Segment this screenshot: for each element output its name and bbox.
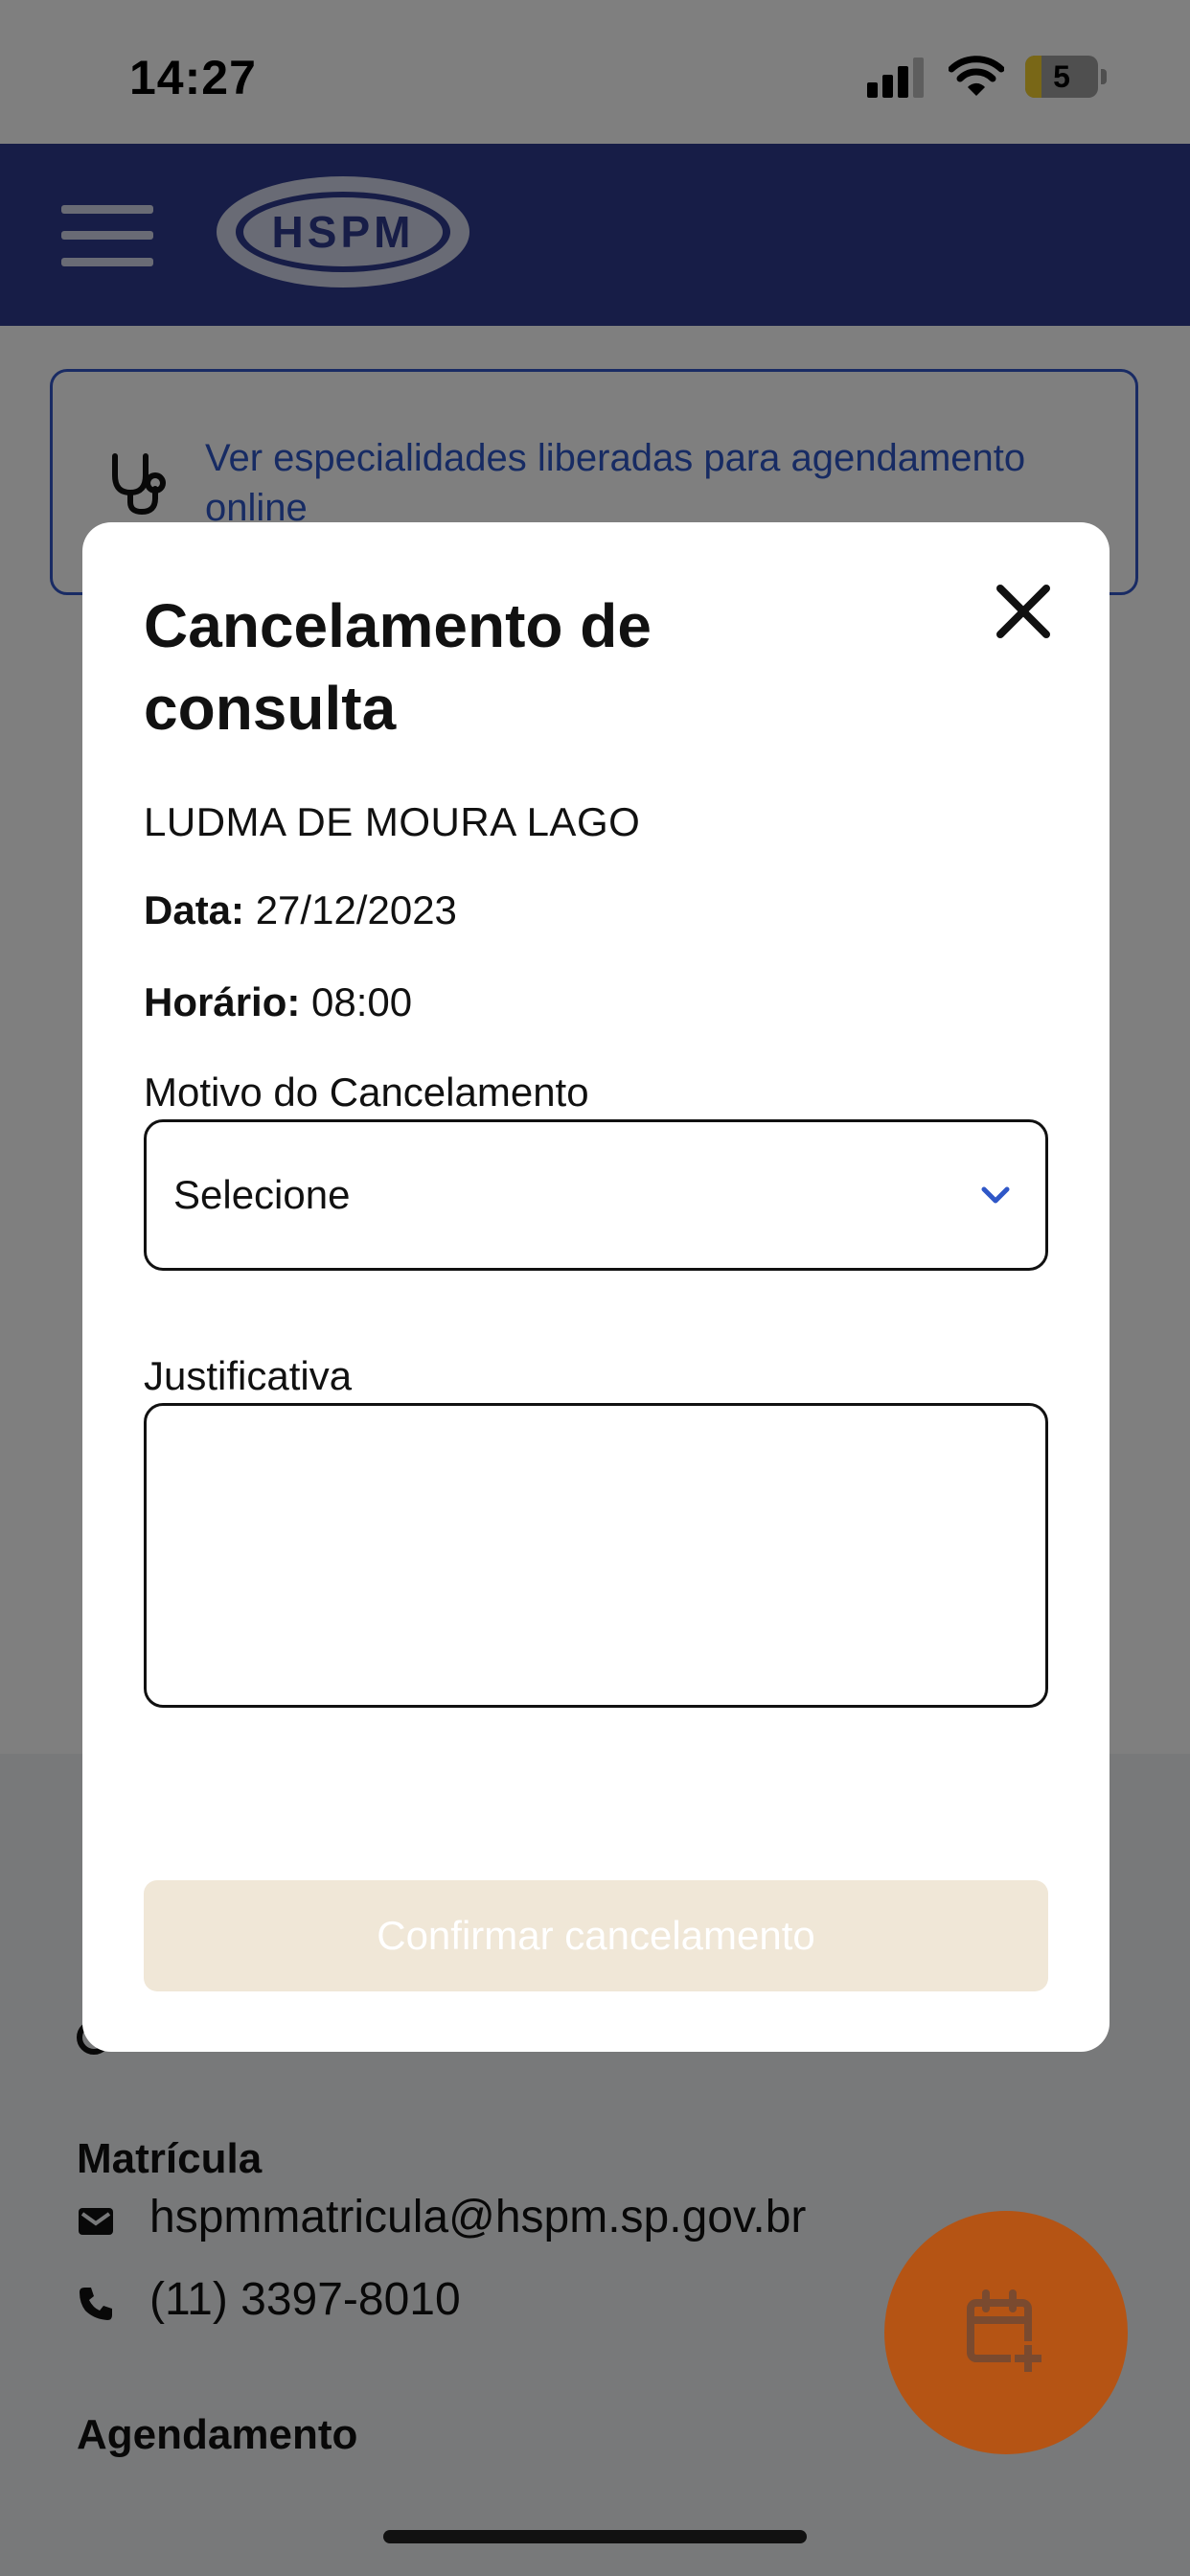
chevron-down-icon <box>981 1186 1010 1204</box>
close-icon <box>996 585 1050 638</box>
confirm-cancel-button[interactable]: Confirmar cancelamento <box>144 1880 1048 1991</box>
reason-select[interactable]: Selecione <box>144 1119 1048 1271</box>
cancel-appointment-modal <box>82 522 1110 2052</box>
justification-textarea[interactable] <box>144 1403 1048 1708</box>
modal-title: Cancelamento de consulta <box>144 591 652 743</box>
time-label: Horário: <box>144 979 301 1024</box>
appointment-time: Horário: 08:00 <box>144 979 412 1025</box>
reason-selected-value: Selecione <box>173 1172 351 1217</box>
appointment-date: Data: 27/12/2023 <box>144 887 457 933</box>
home-indicator[interactable] <box>383 2530 807 2543</box>
date-value: 27/12/2023 <box>255 887 457 932</box>
close-button[interactable] <box>987 575 1060 648</box>
justification-label: Justificativa <box>144 1353 353 1398</box>
calendar-add-icon <box>967 2289 1045 2376</box>
reason-label: Motivo do Cancelamento <box>144 1070 589 1115</box>
time-value: 08:00 <box>311 979 413 1024</box>
date-label: Data: <box>144 887 245 932</box>
patient-name: LUDMA DE MOURA LAGO <box>144 799 641 844</box>
new-appointment-button[interactable] <box>884 2211 1128 2454</box>
